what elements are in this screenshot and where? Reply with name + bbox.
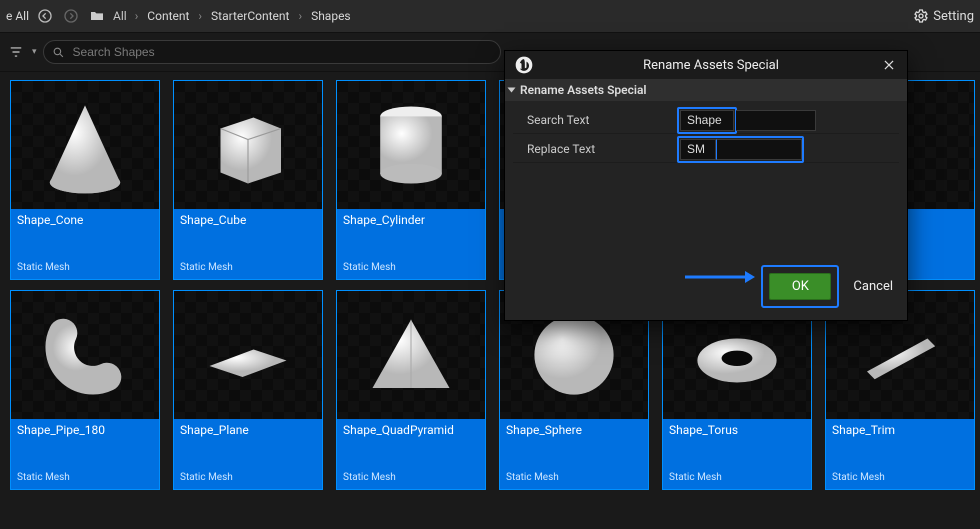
asset-thumbnail	[174, 291, 322, 419]
settings-button[interactable]: Setting	[913, 8, 974, 24]
expand-tri-icon	[508, 88, 516, 93]
asset-card[interactable]: Shape_Cone Static Mesh	[10, 80, 160, 280]
asset-name: Shape_Trim	[826, 419, 974, 441]
asset-name: Shape_Pipe_180	[11, 419, 159, 441]
asset-type: Static Mesh	[11, 472, 159, 489]
asset-search-box[interactable]	[43, 40, 501, 64]
asset-name: Shape_Plane	[174, 419, 322, 441]
chevron-right-icon: ›	[296, 9, 304, 23]
search-text-label: Search Text	[513, 113, 677, 127]
cancel-button[interactable]: Cancel	[853, 279, 893, 294]
rename-assets-dialog: Rename Assets Special Rename Assets Spec…	[504, 50, 908, 321]
asset-type: Static Mesh	[337, 262, 485, 279]
asset-type: Static Mesh	[500, 472, 648, 489]
settings-label: Setting	[933, 9, 974, 24]
asset-type: Static Mesh	[663, 472, 811, 489]
search-text-input[interactable]	[680, 110, 734, 131]
folder-icon[interactable]	[87, 6, 107, 26]
asset-thumbnail	[11, 291, 159, 419]
browse-all[interactable]: All	[113, 9, 127, 23]
ok-button[interactable]: OK	[769, 273, 831, 300]
asset-name: Shape_QuadPyramid	[337, 419, 485, 441]
replace-text-input-append[interactable]	[716, 139, 802, 160]
asset-card[interactable]: Shape_Pipe_180 Static Mesh	[10, 290, 160, 490]
asset-type: Static Mesh	[174, 472, 322, 489]
dialog-title: Rename Assets Special	[543, 58, 879, 73]
close-icon[interactable]	[879, 55, 899, 75]
dialog-titlebar: Rename Assets Special	[505, 51, 907, 79]
asset-thumbnail	[11, 81, 159, 209]
asset-thumbnail	[337, 291, 485, 419]
asset-card[interactable]: Shape_QuadPyramid Static Mesh	[336, 290, 486, 490]
asset-name: Shape_Torus	[663, 419, 811, 441]
asset-type: Static Mesh	[826, 472, 974, 489]
breadcrumb: › Content › StarterContent › Shapes	[133, 7, 356, 25]
asset-card[interactable]: Shape_Plane Static Mesh	[173, 290, 323, 490]
search-text-row: Search Text	[513, 107, 899, 134]
replace-text-row: Replace Text	[513, 136, 899, 163]
breadcrumb-content[interactable]: Content	[142, 7, 194, 25]
asset-type: Static Mesh	[174, 262, 322, 279]
nav-back-icon[interactable]	[35, 6, 55, 26]
asset-name: Shape_Sphere	[500, 419, 648, 441]
search-text-input-append[interactable]	[736, 110, 816, 131]
asset-name: Shape_Cone	[11, 209, 159, 231]
asset-type: Static Mesh	[11, 262, 159, 279]
nav-forward-icon[interactable]	[61, 6, 81, 26]
section-header[interactable]: Rename Assets Special	[505, 79, 907, 101]
chevron-right-icon: ›	[196, 9, 204, 23]
section-header-label: Rename Assets Special	[520, 83, 647, 97]
filter-dropdown-icon[interactable]: ▾	[32, 47, 37, 57]
search-input[interactable]	[71, 44, 492, 60]
top-toolbar: e All All › Content › StarterContent › S…	[0, 0, 980, 33]
unreal-logo-icon	[513, 54, 535, 76]
filter-icon[interactable]	[6, 42, 26, 62]
chevron-right-icon: ›	[133, 9, 141, 23]
asset-name: Shape_Cube	[174, 209, 322, 231]
replace-text-input[interactable]	[680, 139, 716, 160]
breadcrumb-startercontent[interactable]: StarterContent	[206, 7, 294, 25]
save-all-button[interactable]: e All	[6, 9, 29, 23]
search-icon	[52, 46, 65, 59]
asset-name: Shape_Cylinder	[337, 209, 485, 231]
replace-text-label: Replace Text	[513, 142, 677, 156]
asset-type: Static Mesh	[337, 472, 485, 489]
asset-card[interactable]: Shape_Cube Static Mesh	[173, 80, 323, 280]
asset-thumbnail	[174, 81, 322, 209]
asset-thumbnail	[337, 81, 485, 209]
breadcrumb-shapes[interactable]: Shapes	[306, 7, 356, 25]
asset-card[interactable]: Shape_Cylinder Static Mesh	[336, 80, 486, 280]
arrow-annotation-icon	[685, 271, 755, 283]
dialog-button-row: OK Cancel	[505, 255, 907, 320]
